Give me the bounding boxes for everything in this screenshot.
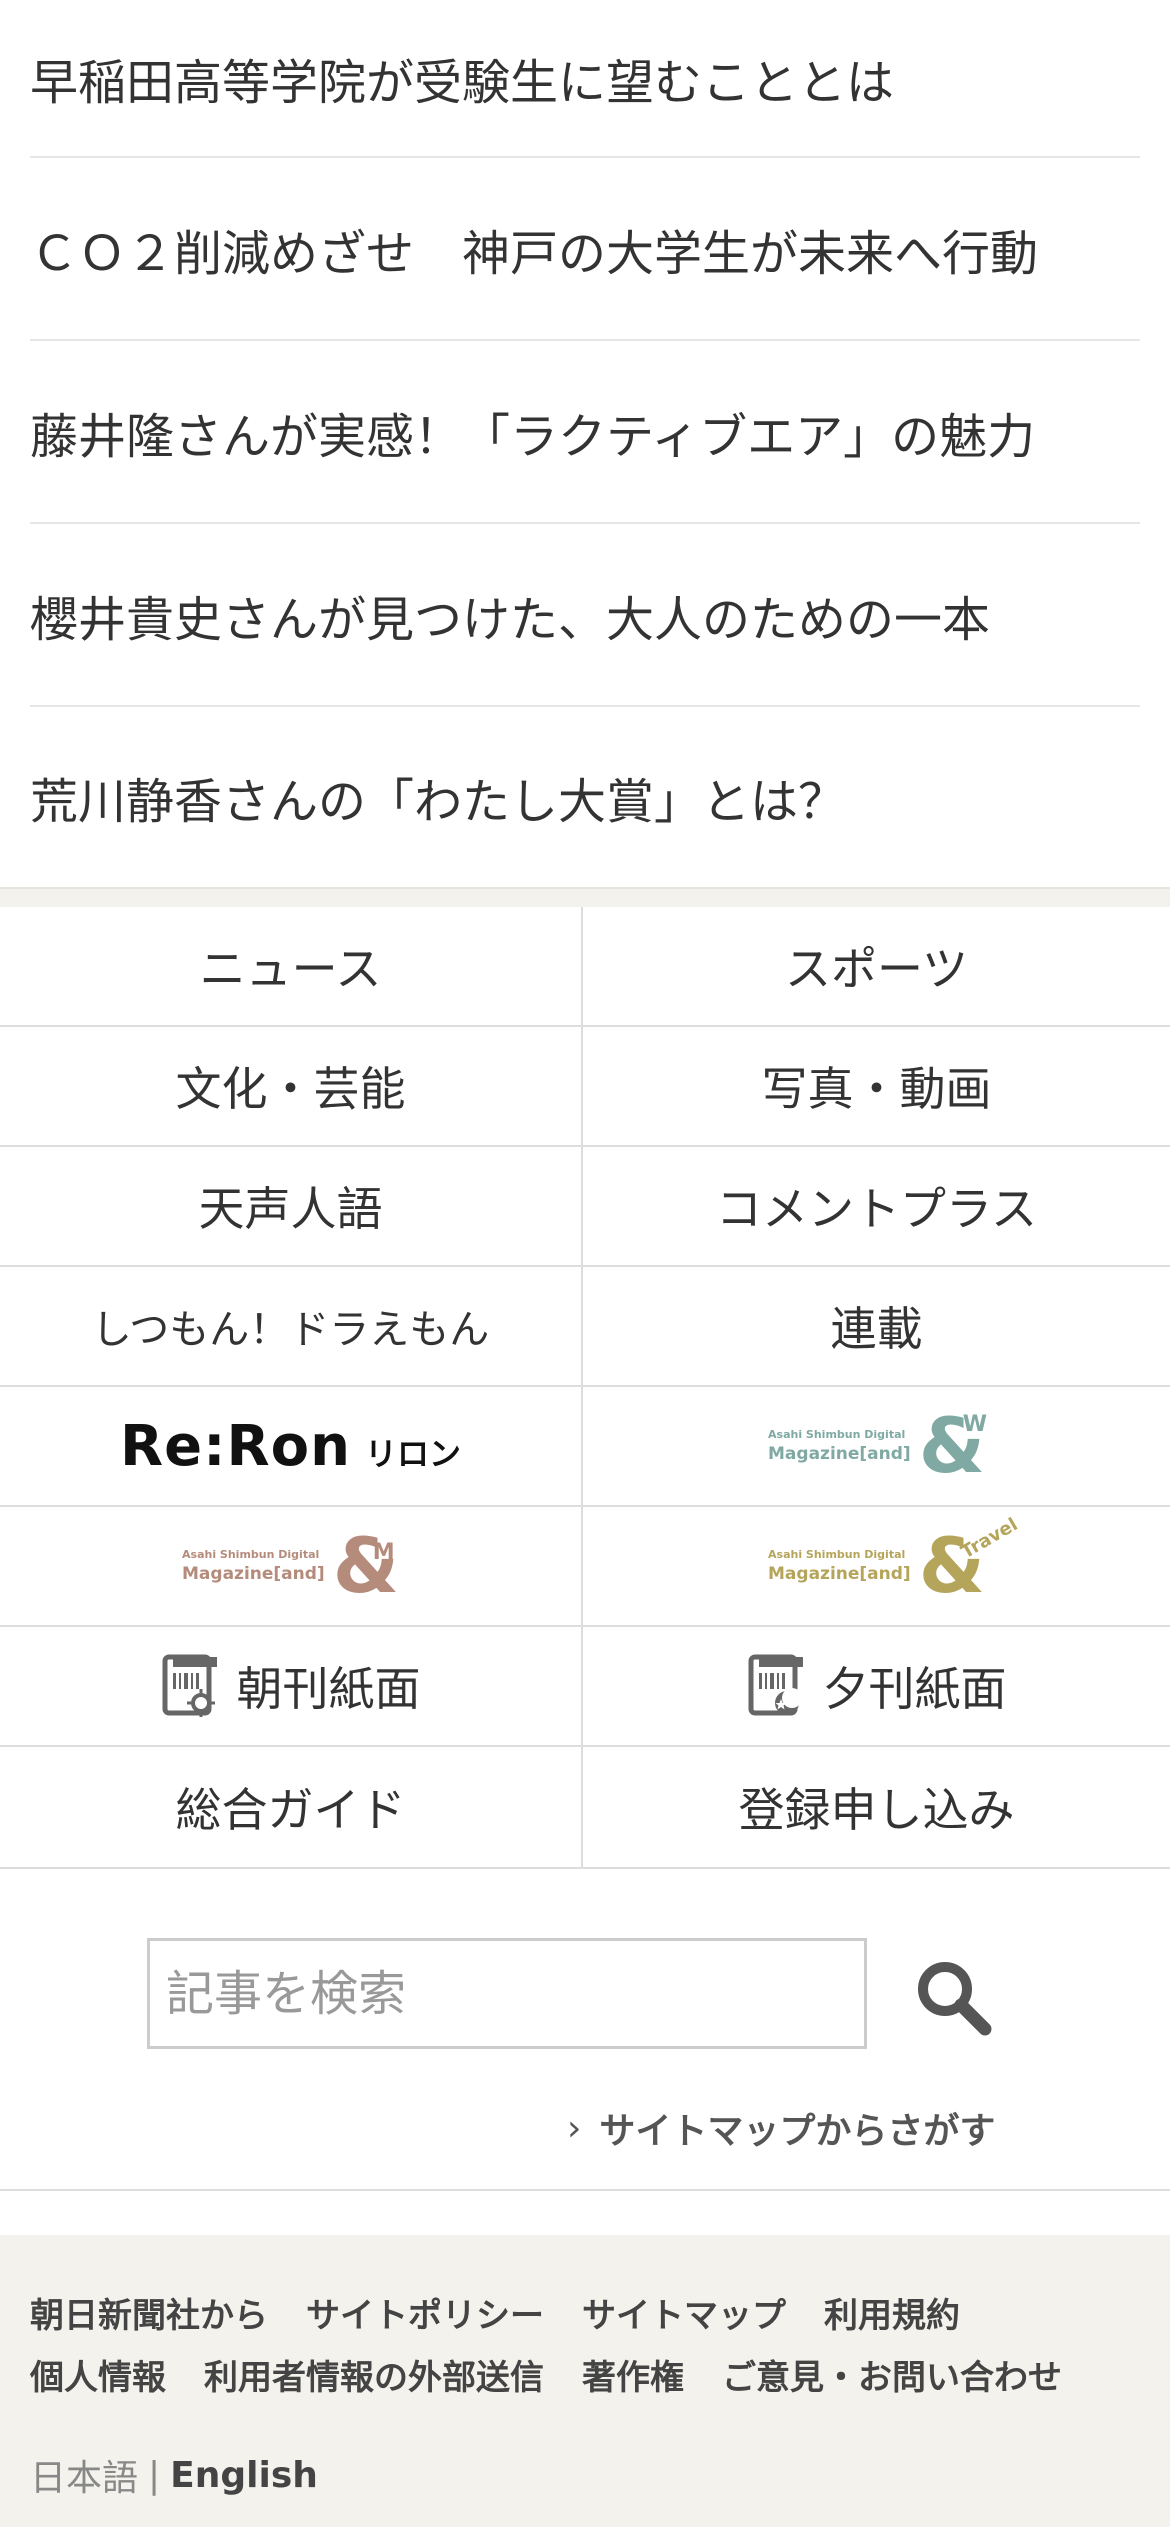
footer-link-privacy[interactable]: 個人情報 bbox=[30, 2347, 166, 2409]
article-link[interactable]: 荒川静香さんの「わたし大賞」とは？ bbox=[30, 707, 1140, 887]
lang-english[interactable]: English bbox=[170, 2455, 318, 2496]
and-m-logo: Asahi Shimbun Digital Magazine[and] & M bbox=[182, 1528, 399, 1604]
and-travel-logo: Asahi Shimbun Digital Magazine[and] & Tra… bbox=[768, 1514, 1022, 1610]
nav-rensai[interactable]: 連載 bbox=[583, 1267, 1170, 1387]
lang-japanese[interactable]: 日本語 bbox=[30, 2449, 138, 2501]
search-icon bbox=[917, 1961, 991, 2035]
nav-culture[interactable]: 文化・芸能 bbox=[0, 1027, 583, 1147]
nav-grid: ニュース スポーツ 文化・芸能 写真・動画 天声人語 コメントプラス しつもん！… bbox=[0, 907, 1170, 1869]
search-button[interactable] bbox=[905, 1949, 1000, 2044]
article-link[interactable]: 櫻井貴史さんが見つけた、大人のための一本 bbox=[30, 524, 1140, 707]
mag-tag: Travel bbox=[957, 1514, 1022, 1564]
footer-link-copyright[interactable]: 著作権 bbox=[582, 2347, 684, 2409]
spacer bbox=[0, 2191, 1170, 2235]
sitemap-search-link[interactable]: › サイトマップからさがす bbox=[567, 2102, 995, 2154]
nav-guide[interactable]: 総合ガイド bbox=[0, 1747, 583, 1867]
article-link[interactable]: ＣＯ２削減めざせ 神戸の大学生が未来へ行動 bbox=[30, 158, 1140, 341]
and-w-logo: Asahi Shimbun Digital Magazine[and] & W bbox=[768, 1401, 987, 1490]
nav-label: 夕刊紙面 bbox=[822, 1662, 1007, 1716]
nav-sports[interactable]: スポーツ bbox=[583, 907, 1170, 1027]
footer-link-contact[interactable]: ご意見・お問い合わせ bbox=[722, 2347, 1062, 2409]
evening-paper-icon bbox=[748, 1654, 803, 1716]
mag-tag: M bbox=[372, 1540, 395, 1565]
nav-label: ニュース bbox=[199, 942, 382, 996]
mag-sub-text: Asahi Shimbun Digital bbox=[768, 1428, 906, 1441]
nav-label: 天声人語 bbox=[198, 1182, 383, 1236]
sitemap-link-label: サイトマップからさがす bbox=[599, 2111, 996, 2152]
footer-link-terms[interactable]: 利用規約 bbox=[824, 2285, 960, 2347]
nav-label: 連載 bbox=[830, 1302, 923, 1356]
nav-and-m[interactable]: Asahi Shimbun Digital Magazine[and] & M bbox=[0, 1507, 583, 1627]
nav-label: 文化・芸能 bbox=[175, 1062, 406, 1116]
nav-doraemon[interactable]: しつもん！ドラえもん bbox=[0, 1267, 583, 1387]
nav-register[interactable]: 登録申し込み bbox=[583, 1747, 1170, 1867]
nav-reron[interactable]: Re:Ron リロン bbox=[0, 1387, 583, 1507]
search-input[interactable] bbox=[147, 1938, 867, 2049]
footer-link-external-transmission[interactable]: 利用者情報の外部送信 bbox=[204, 2347, 544, 2409]
nav-label: しつもん！ドラえもん bbox=[91, 1307, 490, 1353]
nav-label: 登録申し込み bbox=[738, 1783, 1015, 1837]
article-link[interactable]: 早稲田高等学院が受験生に望むこととは bbox=[30, 0, 1140, 158]
nav-tensei-jingo[interactable]: 天声人語 bbox=[0, 1147, 583, 1267]
reron-logo-text: Re:Ron bbox=[120, 1413, 351, 1479]
mag-main-text: Magazine[and] bbox=[768, 1444, 911, 1464]
nav-label: 朝刊紙面 bbox=[236, 1662, 421, 1716]
nav-news[interactable]: ニュース bbox=[0, 907, 583, 1027]
ampersand-icon: & W bbox=[918, 1401, 987, 1490]
reron-logo: Re:Ron リロン bbox=[120, 1414, 461, 1479]
mag-sub-text: Asahi Shimbun Digital bbox=[182, 1548, 320, 1561]
reron-logo-kana: リロン bbox=[364, 1434, 461, 1473]
nav-label: スポーツ bbox=[784, 942, 969, 996]
nav-label: 総合ガイド bbox=[175, 1783, 406, 1837]
lang-separator: | bbox=[148, 2454, 161, 2496]
footer-link-about[interactable]: 朝日新聞社から bbox=[30, 2285, 268, 2347]
nav-photo-video[interactable]: 写真・動画 bbox=[583, 1027, 1170, 1147]
mag-sub-text: Asahi Shimbun Digital bbox=[768, 1548, 906, 1561]
nav-comment-plus[interactable]: コメントプラス bbox=[583, 1147, 1170, 1267]
mag-tag: W bbox=[962, 1412, 987, 1437]
nav-and-w[interactable]: Asahi Shimbun Digital Magazine[and] & W bbox=[583, 1387, 1170, 1507]
footer-links: 朝日新聞社から サイトポリシー サイトマップ 利用規約 個人情報 利用者情報の外… bbox=[30, 2285, 1140, 2409]
mag-main-text: Magazine[and] bbox=[182, 1564, 325, 1584]
footer-link-sitemap[interactable]: サイトマップ bbox=[582, 2285, 786, 2347]
nav-label: コメントプラス bbox=[715, 1182, 1038, 1236]
mag-main-text: Magazine[and] bbox=[768, 1564, 911, 1584]
section-divider bbox=[0, 887, 1170, 907]
ampersand-icon: & Travel bbox=[918, 1514, 1022, 1610]
ampersand-icon: & M bbox=[332, 1521, 399, 1610]
chevron-right-icon: › bbox=[567, 2107, 582, 2149]
footer: 朝日新聞社から サイトポリシー サイトマップ 利用規約 個人情報 利用者情報の外… bbox=[0, 2235, 1170, 2527]
nav-label: 写真・動画 bbox=[761, 1062, 992, 1116]
language-switcher: 日本語 | English bbox=[30, 2449, 1140, 2501]
footer-link-policy[interactable]: サイトポリシー bbox=[306, 2285, 544, 2347]
search-section: › サイトマップからさがす bbox=[0, 1869, 1170, 2191]
nav-and-travel[interactable]: Asahi Shimbun Digital Magazine[and] & Tra… bbox=[583, 1507, 1170, 1627]
nav-morning-paper[interactable]: 朝刊紙面 bbox=[0, 1627, 583, 1747]
article-list: 早稲田高等学院が受験生に望むこととは ＣＯ２削減めざせ 神戸の大学生が未来へ行動… bbox=[0, 0, 1170, 887]
nav-evening-paper[interactable]: 夕刊紙面 bbox=[583, 1627, 1170, 1747]
article-link[interactable]: 藤井隆さんが実感！「ラクティブエア」の魅力 bbox=[30, 341, 1140, 524]
morning-paper-icon bbox=[162, 1654, 217, 1717]
